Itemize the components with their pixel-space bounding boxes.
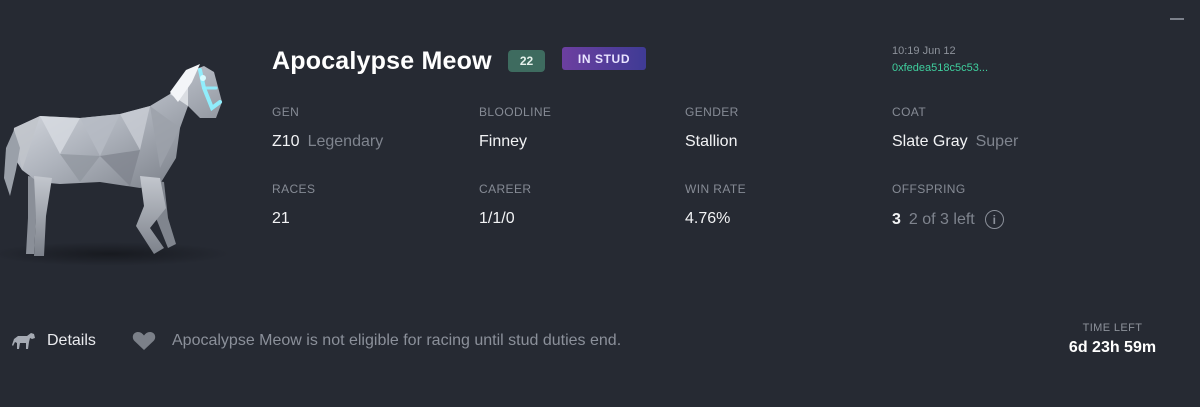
heart-icon bbox=[132, 331, 156, 350]
stat-sub: Super bbox=[975, 133, 1019, 150]
stat-value: 21 bbox=[272, 210, 290, 227]
stat-races: RACES 21 bbox=[272, 182, 462, 228]
stat-value: Stallion bbox=[685, 133, 738, 150]
stat-label: CAREER bbox=[479, 182, 532, 196]
stat-sub: 2 of 3 left bbox=[908, 210, 975, 228]
stat-coat: COAT Slate Gray Super bbox=[892, 105, 1082, 151]
stat-label: BLOODLINE bbox=[479, 105, 552, 119]
stat-label: RACES bbox=[272, 182, 316, 196]
horse-icon bbox=[12, 333, 35, 349]
stat-gen: GEN Z10 Legendary bbox=[272, 105, 462, 151]
stat-offspring: OFFSPRING 3 2 of 3 left i bbox=[892, 182, 1082, 229]
stat-value: Finney bbox=[479, 133, 528, 150]
timestamp: 10:19 Jun 12 bbox=[892, 45, 956, 57]
details-label: Details bbox=[47, 332, 96, 349]
stat-value: 1/1/0 bbox=[479, 210, 515, 227]
stat-value: Z10 bbox=[272, 133, 300, 150]
time-left: TIME LEFT 6d 23h 59m bbox=[1050, 322, 1175, 357]
horse-name: Apocalypse Meow bbox=[272, 47, 492, 75]
stud-notice: Apocalypse Meow is not eligible for raci… bbox=[132, 330, 621, 352]
stat-win-rate: WIN RATE 4.76% bbox=[685, 182, 875, 228]
stat-label: GEN bbox=[272, 105, 300, 119]
stat-label: COAT bbox=[892, 105, 927, 119]
stat-gender: GENDER Stallion bbox=[685, 105, 875, 151]
stat-value: 3 bbox=[892, 210, 901, 228]
stat-label: WIN RATE bbox=[685, 182, 746, 196]
status-badge: IN STUD bbox=[562, 47, 646, 70]
stat-value: 4.76% bbox=[685, 210, 731, 227]
details-button[interactable]: Details bbox=[12, 330, 96, 352]
notice-text: Apocalypse Meow is not eligible for raci… bbox=[172, 332, 622, 349]
stat-label: GENDER bbox=[685, 105, 739, 119]
info-icon[interactable]: i bbox=[984, 210, 1004, 229]
time-left-label: TIME LEFT bbox=[1082, 322, 1143, 334]
time-left-value: 6d 23h 59m bbox=[1068, 339, 1157, 356]
stat-value: Slate Gray bbox=[892, 133, 968, 150]
owner-address-link[interactable]: 0xfedea518c5c53... bbox=[892, 62, 988, 74]
horse-image bbox=[0, 64, 230, 266]
horse-card: Apocalypse Meow 22 IN STUD 10:19 Jun 12 … bbox=[0, 0, 1200, 407]
minimize-icon[interactable] bbox=[1170, 18, 1184, 20]
stat-career: CAREER 1/1/0 bbox=[479, 182, 669, 228]
stat-sub: Legendary bbox=[307, 133, 384, 150]
stat-bloodline: BLOODLINE Finney bbox=[479, 105, 669, 151]
stat-label: OFFSPRING bbox=[892, 182, 966, 196]
number-badge: 22 bbox=[508, 50, 545, 72]
